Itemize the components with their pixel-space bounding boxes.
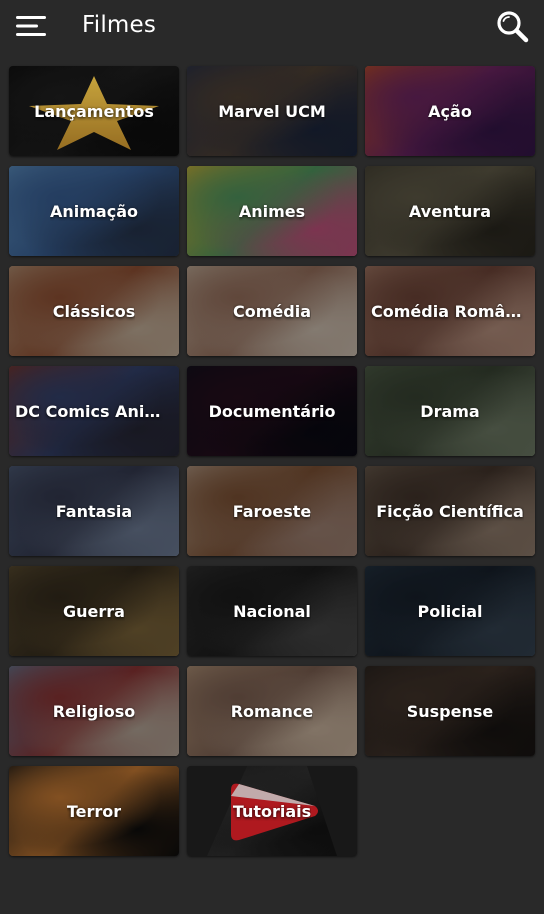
category-tile-documentario[interactable]: Documentário [187,366,357,456]
category-label-text: Animes [238,201,306,221]
category-label: Lançamentos [15,66,173,156]
category-label-text: Comédia [233,301,311,321]
category-tile-comedia-romantica[interactable]: Comédia Romântica [365,266,535,356]
category-label: Comédia [193,266,351,356]
category-tile-comedia[interactable]: Comédia [187,266,357,356]
category-label: Nacional [193,566,351,656]
category-tile-lancamentos[interactable]: Lançamentos [9,66,179,156]
category-label: DC Comics Animações [15,366,173,456]
category-label-text: Animação [50,201,138,221]
category-label-text: Terror [66,801,122,821]
category-tile-dc-comics-animacoes[interactable]: DC Comics Animações [9,366,179,456]
category-label: Tutoriais [193,766,351,856]
category-tile-drama[interactable]: Drama [365,366,535,456]
category-tile-nacional[interactable]: Nacional [187,566,357,656]
category-label: Animes [193,166,351,256]
app-root: Filmes Lançamentos Marvel UCM Ação Animação… [0,0,544,914]
category-tile-animacao[interactable]: Animação [9,166,179,256]
category-tile-faroeste[interactable]: Faroeste [187,466,357,556]
category-tile-classicos[interactable]: Clássicos [9,266,179,356]
category-label: Terror [15,766,173,856]
category-tile-religioso[interactable]: Religioso [9,666,179,756]
category-label: Ação [371,66,529,156]
category-label: Clássicos [15,266,173,356]
category-label-text: DC Comics Animações [15,401,173,421]
category-label-text: Fantasia [55,501,133,521]
category-label: Animação [15,166,173,256]
category-tile-acao[interactable]: Ação [365,66,535,156]
category-tile-terror[interactable]: Terror [9,766,179,856]
category-tile-suspense[interactable]: Suspense [365,666,535,756]
category-label-text: Comédia Romântica [371,301,529,321]
top-app-bar: Filmes [0,0,544,52]
category-label-text: Religioso [52,701,136,721]
category-label-text: Nacional [233,601,311,621]
category-label: Documentário [193,366,351,456]
category-label-text: Drama [420,401,480,421]
category-tile-fantasia[interactable]: Fantasia [9,466,179,556]
category-label-text: Lançamentos [34,101,154,121]
category-label: Ficção Científica [371,466,529,556]
category-tile-tutoriais[interactable]: Tutoriais [187,766,357,856]
category-label: Drama [371,366,529,456]
category-tile-aventura[interactable]: Aventura [365,166,535,256]
category-label-text: Ficção Científica [376,501,524,521]
category-tile-guerra[interactable]: Guerra [9,566,179,656]
category-label-text: Tutoriais [232,801,312,821]
category-tile-romance[interactable]: Romance [187,666,357,756]
category-label-text: Marvel UCM [218,101,326,121]
category-label: Guerra [15,566,173,656]
category-grid: Lançamentos Marvel UCM Ação Animação Animes A… [9,66,536,856]
category-label-text: Policial [417,601,483,621]
category-label: Religioso [15,666,173,756]
category-label-text: Documentário [208,401,336,421]
category-label: Suspense [371,666,529,756]
category-tile-animes[interactable]: Animes [187,166,357,256]
category-label: Fantasia [15,466,173,556]
category-label: Romance [193,666,351,756]
category-label-text: Romance [230,701,314,721]
page-title: Filmes [82,12,157,38]
category-tile-policial[interactable]: Policial [365,566,535,656]
category-label-text: Ação [428,101,472,121]
category-label-text: Faroeste [232,501,312,521]
category-label-text: Clássicos [52,301,136,321]
category-tile-ficcao-cientifica[interactable]: Ficção Científica [365,466,535,556]
category-label: Marvel UCM [193,66,351,156]
category-label-text: Guerra [63,601,125,621]
category-tile-marvel-ucm[interactable]: Marvel UCM [187,66,357,156]
category-label-text: Suspense [406,701,494,721]
category-label: Policial [371,566,529,656]
category-label: Comédia Romântica [371,266,529,356]
category-label-text: Aventura [408,201,492,221]
search-icon[interactable] [494,8,530,44]
category-label: Faroeste [193,466,351,556]
hamburger-menu-icon[interactable] [14,12,48,40]
category-label: Aventura [371,166,529,256]
